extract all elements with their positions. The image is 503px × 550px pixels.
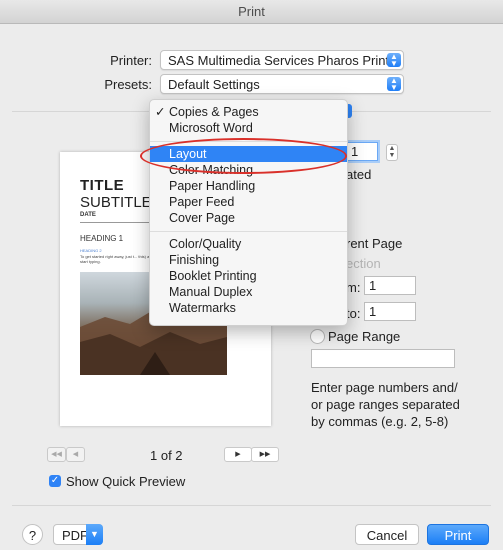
menu-item-label: Color/Quality [169, 237, 242, 251]
menu-item-microsoft-word[interactable]: Microsoft Word [150, 120, 347, 136]
show-quick-preview-checkbox[interactable]: ✓ [49, 475, 61, 487]
menu-item-label: Paper Feed [169, 195, 235, 209]
printer-select[interactable]: SAS Multimedia Services Pharos Printer ▲… [160, 50, 404, 70]
chevron-down-icon: ▼ [86, 524, 103, 545]
menu-item-label: Watermarks [169, 301, 236, 315]
menu-item-label: Microsoft Word [169, 121, 253, 135]
page-range-field[interactable] [311, 349, 455, 368]
menu-separator [150, 231, 347, 232]
menu-item-copies-pages[interactable]: ✓ Copies & Pages [150, 104, 347, 120]
section-dropdown-menu: ✓ Copies & Pages Microsoft Word Layout C… [149, 99, 348, 326]
preview-doc-body: To get started right away, just t... thi… [80, 254, 154, 264]
updown-chevron-icon: ▲ ▼ [387, 77, 401, 92]
updown-chevron-icon: ▲ ▼ [387, 53, 401, 68]
page-range-label: Page Range [328, 329, 401, 344]
page-range-radio[interactable] [310, 329, 325, 344]
copies-field[interactable]: 1 [346, 142, 378, 161]
selection-label: ection [346, 256, 381, 271]
page-range-help-line1: Enter page numbers and/ [311, 380, 458, 395]
menu-item-label: Manual Duplex [169, 285, 253, 299]
page-indicator: 1 of 2 [150, 448, 183, 463]
pdf-menu-button[interactable]: PDF ▼ [53, 524, 103, 545]
menu-item-label: Finishing [169, 253, 220, 267]
to-field[interactable]: 1 [364, 302, 416, 321]
page-range-help-line3: by commas (e.g. 2, 5-8) [311, 414, 449, 429]
copies-value: 1 [351, 144, 359, 159]
presets-value: Default Settings [168, 77, 260, 92]
pdf-label: PDF [62, 528, 88, 543]
to-label: to: [346, 306, 361, 321]
menu-item-color-quality[interactable]: Color/Quality [150, 236, 347, 252]
from-label: m: [346, 280, 361, 295]
show-quick-preview-label: Show Quick Preview [66, 474, 186, 489]
print-button[interactable]: Print [427, 524, 489, 545]
menu-item-label: Booklet Printing [169, 269, 257, 283]
current-page-label: rent Page [346, 236, 403, 251]
presets-select[interactable]: Default Settings ▲ ▼ [160, 74, 404, 94]
menu-item-paper-handling[interactable]: Paper Handling [150, 178, 347, 194]
from-field[interactable]: 1 [364, 276, 416, 295]
menu-item-cover-page[interactable]: Cover Page [150, 210, 347, 226]
page-range-help-line2: or page ranges separated [311, 397, 460, 412]
window-title: Print [0, 0, 503, 24]
preview-doc-heading: HEADING 1 [80, 234, 124, 243]
checkmark-icon: ✓ [155, 105, 166, 119]
next-page-button[interactable]: ▶ [224, 447, 252, 462]
menu-item-label: Cover Page [169, 211, 236, 225]
last-page-button[interactable]: ▶▶ [251, 447, 279, 462]
first-page-button[interactable]: ◀◀ [47, 447, 66, 462]
preview-doc-subtitle: SUBTITLE [80, 194, 152, 211]
annotation-ellipse [140, 138, 347, 174]
preview-doc-date: DATE [80, 212, 96, 218]
copies-stepper[interactable]: ▲ ▼ [386, 144, 398, 161]
separator [12, 505, 491, 506]
printer-label: Printer: [110, 53, 152, 68]
preview-doc-title: TITLE [80, 177, 125, 194]
menu-item-manual-duplex[interactable]: Manual Duplex [150, 284, 347, 300]
collated-label: ated [346, 167, 372, 182]
menu-item-booklet-printing[interactable]: Booklet Printing [150, 268, 347, 284]
cancel-button[interactable]: Cancel [355, 524, 419, 545]
menu-item-finishing[interactable]: Finishing [150, 252, 347, 268]
menu-item-watermarks[interactable]: Watermarks [150, 300, 347, 316]
menu-item-paper-feed[interactable]: Paper Feed [150, 194, 347, 210]
preview-doc-heading2: HEADING 2 [80, 248, 102, 253]
prev-page-button[interactable]: ◀ [66, 447, 85, 462]
printer-value: SAS Multimedia Services Pharos Printer [168, 53, 401, 68]
help-button[interactable]: ? [22, 524, 43, 545]
menu-item-label: Copies & Pages [169, 105, 259, 119]
presets-label: Presets: [104, 77, 152, 92]
menu-item-label: Paper Handling [169, 179, 256, 193]
page-range-help: Enter page numbers and/ or page ranges s… [311, 379, 460, 430]
